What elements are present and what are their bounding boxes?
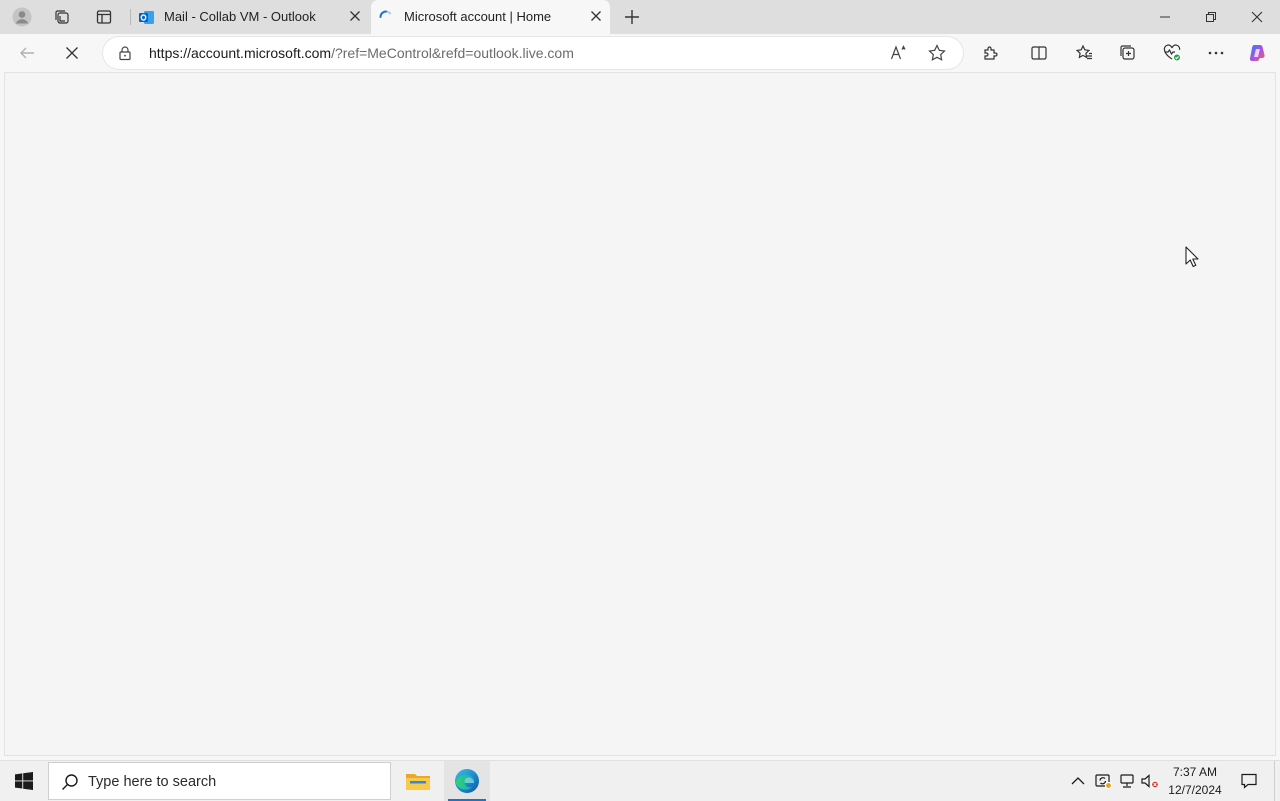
tab-microsoft-account[interactable]: Microsoft account | Home	[371, 0, 610, 34]
settings-more-button[interactable]	[1203, 41, 1229, 65]
favorites-button[interactable]	[1071, 41, 1097, 65]
browser-toolbar: https://account.microsoft.com/?ref=MeCon…	[0, 34, 1280, 72]
tab-strip: Mail - Collab VM - Outlook Microsoft acc…	[0, 0, 1280, 34]
workspaces-icon	[53, 8, 71, 26]
more-dots-icon	[1207, 44, 1225, 62]
extensions-button[interactable]	[978, 41, 1004, 65]
close-window-button[interactable]	[1234, 0, 1280, 34]
chevron-up-icon	[1071, 776, 1085, 786]
profile-button[interactable]	[9, 5, 35, 29]
notification-icon	[1240, 772, 1258, 790]
windows-logo-icon	[15, 772, 33, 790]
back-button[interactable]	[14, 41, 40, 65]
url-text: https://account.microsoft.com/?ref=MeCon…	[149, 45, 574, 61]
copilot-icon	[1247, 42, 1269, 64]
stop-icon	[65, 46, 79, 60]
close-tab-icon[interactable]	[590, 10, 602, 22]
restore-icon	[1205, 11, 1217, 23]
action-center-button[interactable]	[1232, 761, 1266, 801]
volume-muted-icon	[1140, 772, 1160, 790]
minimize-button[interactable]	[1142, 0, 1188, 34]
favorites-star-list-icon	[1075, 44, 1093, 62]
tray-volume-button[interactable]	[1139, 761, 1161, 801]
search-placeholder: Type here to search	[88, 774, 217, 790]
tab-outlook-mail[interactable]: Mail - Collab VM - Outlook	[131, 0, 369, 34]
lock-icon[interactable]	[117, 45, 133, 61]
plus-icon	[624, 9, 640, 25]
page-content-area	[4, 72, 1276, 756]
heart-pulse-shield-icon	[1162, 43, 1182, 63]
file-explorer-icon	[405, 770, 431, 792]
start-button[interactable]	[0, 761, 48, 801]
read-aloud-icon[interactable]	[889, 43, 909, 63]
vertical-tabs-icon	[95, 8, 113, 26]
extensions-puzzle-icon	[982, 44, 1000, 62]
update-sync-icon	[1094, 772, 1112, 790]
add-favorite-star-icon[interactable]	[927, 43, 947, 63]
edge-icon	[454, 768, 480, 794]
tab-title: Mail - Collab VM - Outlook	[164, 9, 316, 24]
tray-network-button[interactable]	[1116, 761, 1138, 801]
tab-title: Microsoft account | Home	[404, 9, 552, 24]
browser-essentials-button[interactable]	[1159, 41, 1185, 65]
search-icon	[61, 773, 79, 791]
copilot-button[interactable]	[1245, 41, 1271, 65]
split-screen-icon	[1030, 44, 1048, 62]
windows-taskbar: Type here to search 7:37 AM 12/7/2024	[0, 760, 1280, 801]
url-host: https://account.microsoft.com	[149, 45, 332, 61]
network-ethernet-icon	[1118, 772, 1136, 790]
url-path: /?ref=MeControl&refd=outlook.live.com	[331, 45, 574, 61]
clock-time: 7:37 AM	[1172, 765, 1218, 779]
clock-date: 12/7/2024	[1168, 783, 1222, 797]
workspaces-button[interactable]	[49, 5, 75, 29]
address-bar[interactable]: https://account.microsoft.com/?ref=MeCon…	[103, 37, 963, 69]
show-hidden-icons-button[interactable]	[1066, 761, 1090, 801]
loading-spinner-icon	[378, 9, 394, 25]
close-icon	[1251, 11, 1263, 23]
taskbar-search-box[interactable]: Type here to search	[48, 762, 391, 800]
restore-button[interactable]	[1188, 0, 1234, 34]
tray-update-button[interactable]	[1092, 761, 1114, 801]
collections-button[interactable]	[1115, 41, 1141, 65]
taskbar-edge[interactable]	[444, 761, 490, 801]
split-screen-button[interactable]	[1026, 41, 1052, 65]
back-arrow-icon	[18, 44, 36, 62]
profile-icon	[12, 7, 32, 27]
mouse-cursor-icon	[1185, 246, 1201, 270]
close-tab-icon[interactable]	[349, 10, 361, 22]
collections-icon	[1119, 44, 1137, 62]
new-tab-button[interactable]	[621, 6, 643, 28]
taskbar-file-explorer[interactable]	[395, 761, 441, 801]
show-desktop-button[interactable]	[1274, 761, 1280, 801]
vertical-tabs-button[interactable]	[91, 5, 117, 29]
minimize-icon	[1159, 11, 1171, 23]
outlook-icon	[138, 9, 155, 26]
taskbar-clock[interactable]: 7:37 AM 12/7/2024	[1160, 763, 1230, 799]
stop-loading-button[interactable]	[59, 41, 85, 65]
